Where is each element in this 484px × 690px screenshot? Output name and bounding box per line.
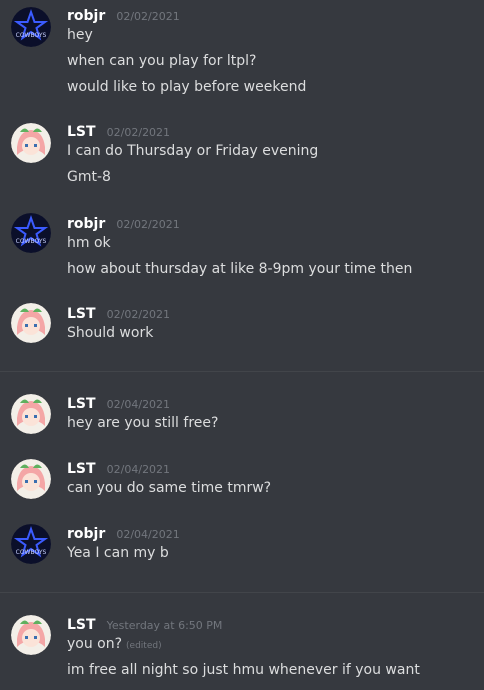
message-text: Gmt-8 (67, 169, 111, 185)
timestamp: 02/02/2021 (116, 218, 180, 231)
message-header: LST 02/04/2021 (67, 393, 170, 412)
message-header: LST 02/04/2021 (67, 458, 170, 477)
message-header: robjr 02/04/2021 (67, 523, 180, 542)
author-name[interactable]: robjr (67, 216, 105, 232)
avatar-robjr[interactable]: COWBOYS (11, 7, 51, 47)
timestamp: 02/04/2021 (116, 528, 180, 541)
avatar-lst[interactable] (11, 123, 51, 163)
avatar-lst[interactable] (11, 459, 51, 499)
message-text: how about thursday at like 8-9pm your ti… (67, 261, 413, 277)
date-divider (0, 371, 484, 372)
message-header: LST Yesterday at 6:50 PM (67, 614, 222, 633)
message-text: you on? (67, 636, 123, 652)
timestamp: 02/02/2021 (106, 126, 171, 139)
avatar-lst[interactable] (11, 615, 51, 655)
author-name[interactable]: robjr (67, 8, 105, 24)
message-text: hey (67, 27, 93, 43)
date-divider (0, 592, 484, 593)
message-text: hey are you still free? (67, 415, 219, 431)
avatar-lst[interactable] (11, 394, 51, 434)
message-header: robjr 02/02/2021 (67, 213, 180, 232)
timestamp: 02/04/2021 (106, 398, 171, 411)
timestamp: Yesterday at 6:50 PM (106, 619, 223, 632)
message-text: when can you play for ltpl? (67, 53, 257, 69)
message-text-row: you on? (edited) (67, 636, 162, 652)
anime-avatar-icon (11, 303, 51, 343)
author-name[interactable]: LST (67, 396, 96, 412)
cowboys-star-icon: COWBOYS (11, 7, 51, 47)
anime-avatar-icon (11, 123, 51, 163)
message-text: hm ok (67, 235, 111, 251)
anime-avatar-icon (11, 394, 51, 434)
message-text: can you do same time tmrw? (67, 480, 272, 496)
cowboys-star-icon: COWBOYS (11, 524, 51, 564)
cowboys-text: COWBOYS (16, 549, 47, 556)
avatar-robjr[interactable]: COWBOYS (11, 524, 51, 564)
message-text: Yea I can my b (67, 545, 169, 561)
anime-avatar-icon (11, 615, 51, 655)
edited-label: (edited) (126, 641, 162, 651)
timestamp: 02/02/2021 (116, 10, 180, 23)
avatar-robjr[interactable]: COWBOYS (11, 213, 51, 253)
author-name[interactable]: LST (67, 306, 96, 322)
message-text: I can do Thursday or Friday evening (67, 143, 319, 159)
author-name[interactable]: LST (67, 617, 96, 633)
anime-avatar-icon (11, 459, 51, 499)
author-name[interactable]: robjr (67, 526, 105, 542)
author-name[interactable]: LST (67, 461, 96, 477)
author-name[interactable]: LST (67, 124, 96, 140)
message-header: LST 02/02/2021 (67, 303, 170, 322)
message-text: im free all night so just hmu whenever i… (67, 662, 420, 678)
message-header: LST 02/02/2021 (67, 121, 170, 140)
timestamp: 02/02/2021 (106, 308, 171, 321)
cowboys-star-icon: COWBOYS (11, 213, 51, 253)
timestamp: 02/04/2021 (106, 463, 171, 476)
message-text: would like to play before weekend (67, 79, 307, 95)
message-header: robjr 02/02/2021 (67, 5, 180, 24)
avatar-lst[interactable] (11, 303, 51, 343)
message-text: Should work (67, 325, 154, 341)
cowboys-text: COWBOYS (16, 32, 47, 39)
cowboys-text: COWBOYS (16, 238, 47, 245)
